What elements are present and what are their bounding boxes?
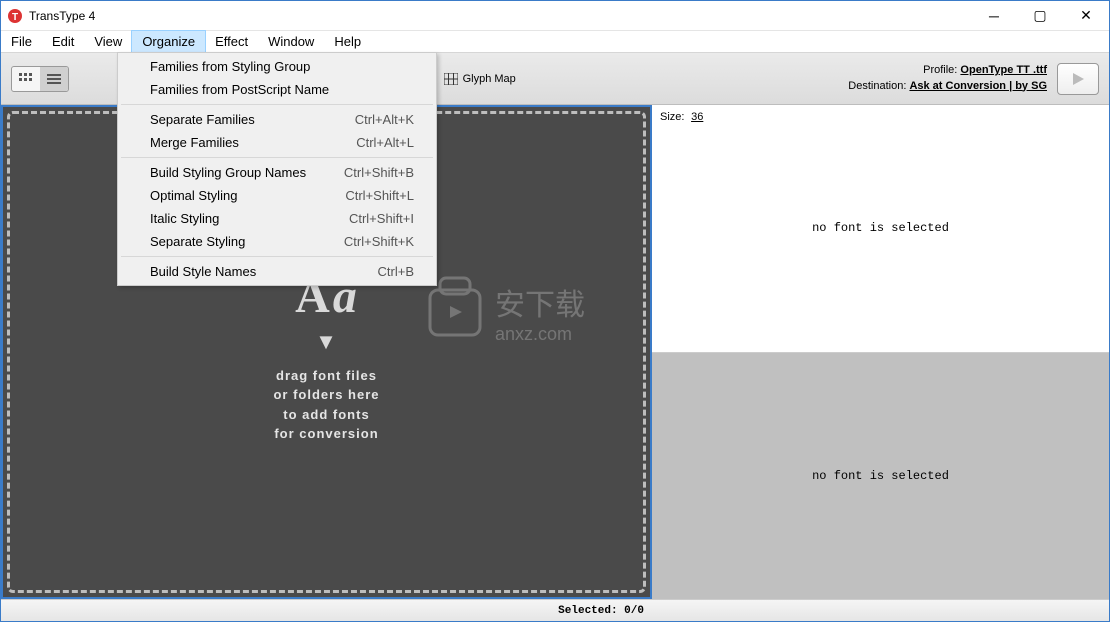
size-label: Size: 36 xyxy=(660,111,703,124)
statusbar: Selected: 0/0 xyxy=(1,599,1109,621)
no-font-text-top: no font is selected xyxy=(812,221,949,235)
preview-bottom: no font is selected xyxy=(652,353,1109,600)
drop-text-3: to add fonts xyxy=(283,405,369,425)
preview-pane: Size: 36 no font is selected no font is … xyxy=(652,105,1109,599)
menu-organize[interactable]: Organize xyxy=(132,31,205,52)
close-button[interactable]: ✕ xyxy=(1063,1,1109,31)
profile-link[interactable]: OpenType TT .ttf xyxy=(960,64,1047,76)
menu-item-families-from-postscript-name[interactable]: Families from PostScript Name xyxy=(120,78,434,101)
menu-help[interactable]: Help xyxy=(324,31,371,52)
convert-button[interactable] xyxy=(1057,63,1099,95)
menu-view[interactable]: View xyxy=(84,31,132,52)
menu-item-build-style-names[interactable]: Build Style NamesCtrl+B xyxy=(120,260,434,283)
menu-file[interactable]: File xyxy=(1,31,42,52)
drop-text-4: for conversion xyxy=(274,424,378,444)
maximize-button[interactable]: ▢ xyxy=(1017,1,1063,31)
no-font-text-bottom: no font is selected xyxy=(812,469,949,483)
window-title: TransType 4 xyxy=(29,9,95,23)
menu-item-merge-families[interactable]: Merge FamiliesCtrl+Alt+L xyxy=(120,131,434,154)
view-toggle xyxy=(11,66,69,92)
titlebar: T TransType 4 ─ ▢ ✕ xyxy=(1,1,1109,31)
organize-dropdown: Families from Styling GroupFamilies from… xyxy=(117,52,437,286)
menu-item-optimal-styling[interactable]: Optimal StylingCtrl+Shift+L xyxy=(120,184,434,207)
glyph-grid-icon xyxy=(444,73,458,85)
menu-item-separate-families[interactable]: Separate FamiliesCtrl+Alt+K xyxy=(120,108,434,131)
menu-effect[interactable]: Effect xyxy=(205,31,258,52)
grid-icon xyxy=(19,73,33,85)
list-icon xyxy=(47,73,61,85)
menubar: File Edit View Organize Effect Window He… xyxy=(1,31,1109,53)
drop-text-2: or folders here xyxy=(273,385,379,405)
preview-top: Size: 36 no font is selected xyxy=(652,105,1109,353)
menu-edit[interactable]: Edit xyxy=(42,31,84,52)
app-icon: T xyxy=(7,8,23,24)
menu-window[interactable]: Window xyxy=(258,31,324,52)
play-icon xyxy=(1070,71,1086,87)
grid-view-button[interactable] xyxy=(12,67,40,91)
menu-item-build-styling-group-names[interactable]: Build Styling Group NamesCtrl+Shift+B xyxy=(120,161,434,184)
size-value[interactable]: 36 xyxy=(691,111,703,123)
menu-item-separate-styling[interactable]: Separate StylingCtrl+Shift+K xyxy=(120,230,434,253)
destination-link[interactable]: Ask at Conversion | by SG xyxy=(909,80,1047,92)
profile-block: Profile: OpenType TT .ttf Destination: A… xyxy=(848,63,1047,94)
menu-item-italic-styling[interactable]: Italic StylingCtrl+Shift+I xyxy=(120,207,434,230)
arrow-down-icon: ▼ xyxy=(315,325,338,358)
drop-text-1: drag font files xyxy=(276,366,377,386)
minimize-button[interactable]: ─ xyxy=(971,1,1017,31)
status-selected: Selected: 0/0 xyxy=(1,605,652,617)
menu-item-families-from-styling-group[interactable]: Families from Styling Group xyxy=(120,55,434,78)
glyph-map-button[interactable]: Glyph Map xyxy=(444,73,516,85)
svg-text:T: T xyxy=(12,12,18,23)
list-view-button[interactable] xyxy=(40,67,68,91)
